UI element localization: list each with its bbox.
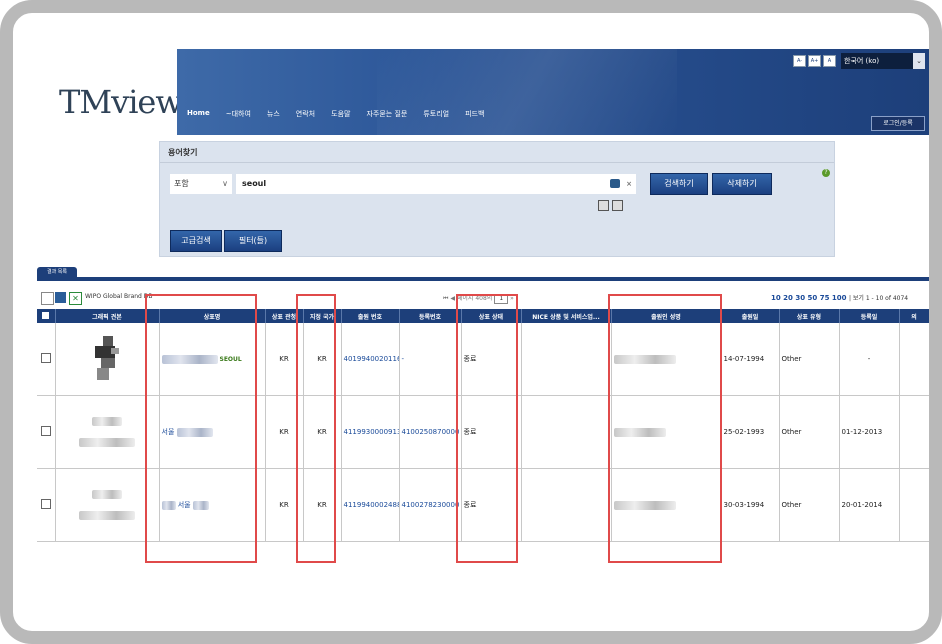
more-cell [899, 395, 929, 469]
match-type-value: 포함 [174, 179, 189, 188]
font-size-controls: A- A+ A [793, 55, 836, 67]
filter-button[interactable]: 필터(들) [224, 230, 282, 252]
search-query: seoul [242, 179, 267, 188]
pager-first-icon[interactable]: ⏮ [443, 295, 448, 302]
trademark-type: Other [779, 468, 840, 542]
col-more[interactable]: 의 [899, 309, 929, 323]
main-nav: Home ~대하여 뉴스 연락처 도움말 자주묻는 질문 튜토리얼 피드백 [187, 109, 484, 119]
list-view-icon[interactable] [612, 200, 623, 211]
chevron-down-icon: ⌄ [913, 53, 925, 69]
clear-icon[interactable]: × [626, 174, 632, 194]
application-number-link[interactable]: 4119940002488 [341, 468, 400, 542]
nav-help[interactable]: 도움말 [331, 109, 350, 119]
screenshot-frame: TMview Home ~대하여 뉴스 연락처 도움말 자주묻는 질문 튜토리얼… [0, 0, 942, 644]
grid-view-icon[interactable] [598, 200, 609, 211]
nice-classes [521, 395, 612, 469]
col-trademark-type[interactable]: 상표 유형 [779, 309, 840, 323]
more-cell [899, 323, 929, 396]
nav-contact[interactable]: 연락처 [296, 109, 315, 119]
header-checkbox[interactable] [37, 309, 56, 323]
highlight-box-status [456, 294, 518, 563]
row-checkbox[interactable] [37, 468, 56, 542]
page-size-links[interactable]: 10 20 30 50 75 100 [771, 294, 847, 302]
highlight-box-trademark-name [145, 294, 257, 563]
trademark-type: Other [779, 323, 840, 396]
page-size-options: 10 20 30 50 75 100 | 보기 1 - 10 of 4074 [771, 293, 908, 302]
database-label: WIPO Global Brand DB [85, 293, 153, 300]
blurred-thumbnail [79, 438, 135, 447]
blurred-thumbnail [79, 511, 135, 520]
mark-image[interactable] [55, 395, 160, 469]
registration-date: 20-01-2014 [839, 468, 900, 542]
application-date: 30-03-1994 [721, 468, 780, 542]
registration-date: - [839, 323, 900, 396]
registration-number-link[interactable]: - [399, 323, 462, 396]
nav-home[interactable]: Home [187, 109, 210, 119]
nav-faq[interactable]: 자주묻는 질문 [366, 109, 407, 119]
tmview-logo[interactable]: TMview [59, 83, 183, 121]
help-icon[interactable]: ? [822, 169, 830, 177]
mark-image[interactable] [55, 468, 160, 542]
search-input[interactable]: seoul × [236, 174, 636, 194]
registration-date: 01-12-2013 [839, 395, 900, 469]
font-smaller-button[interactable]: A- [793, 55, 806, 67]
registration-number-link[interactable]: 4100250870000 [399, 395, 462, 469]
blurred-thumbnail [92, 490, 122, 499]
chevron-down-icon: ∨ [222, 179, 228, 188]
col-graphic-sample[interactable]: 그래픽 견본 [55, 309, 160, 323]
blurred-thumbnail [92, 417, 122, 426]
application-date: 25-02-1993 [721, 395, 780, 469]
application-date: 14-07-1994 [721, 323, 780, 396]
font-larger-button[interactable]: A+ [808, 55, 821, 67]
view-toggle [598, 200, 623, 211]
login-register-button[interactable]: 로그인/등록 [871, 116, 925, 131]
highlight-box-designated-country [296, 294, 336, 563]
search-button[interactable]: 검색하기 [650, 173, 708, 195]
range-info: | 보기 1 - 10 of 4074 [848, 295, 909, 302]
nav-about[interactable]: ~대하여 [226, 109, 251, 119]
registration-number-link[interactable]: 4100278230000 [399, 468, 462, 542]
banner-decoration [377, 49, 677, 135]
pager-prev-icon[interactable]: ◀ [450, 295, 455, 302]
highlight-box-applicant-name [608, 294, 722, 563]
language-select[interactable]: 한국어 (ko) ⌄ [841, 53, 925, 69]
col-application-date[interactable]: 출원일 [721, 309, 780, 323]
trademark-type: Other [779, 395, 840, 469]
col-application-number[interactable]: 출원 번호 [341, 309, 400, 323]
divider [160, 162, 834, 163]
nice-classes [521, 323, 612, 396]
application-number-link[interactable]: 4019940020116 [341, 323, 400, 396]
excel-export-icon[interactable]: ✕ [69, 292, 82, 305]
more-cell [899, 468, 929, 542]
col-registration-date[interactable]: 등록일 [839, 309, 900, 323]
mark-image[interactable] [55, 323, 160, 396]
columns-icon[interactable] [55, 292, 66, 303]
nav-tutorial[interactable]: 튜토리얼 [423, 109, 449, 119]
col-nice-classes[interactable]: NICE 상품 및 서비스업... [521, 309, 612, 323]
search-panel: 용어찾기 포함 ∨ seoul × 검색하기 삭제하기 ? 고급검색 필터(들) [159, 141, 835, 257]
search-panel-title: 용어찾기 [168, 148, 198, 157]
match-type-select[interactable]: 포함 ∨ [170, 174, 232, 194]
row-checkbox[interactable] [37, 395, 56, 469]
advanced-search-button[interactable]: 고급검색 [170, 230, 222, 252]
application-number-link[interactable]: 4119930000913 [341, 395, 400, 469]
row-checkbox[interactable] [37, 323, 56, 396]
delete-button[interactable]: 삭제하기 [712, 173, 772, 195]
nav-news[interactable]: 뉴스 [267, 109, 280, 119]
results-tab[interactable]: 결과 목록 [37, 267, 77, 277]
mark-thumbnail [95, 336, 119, 380]
email-icon[interactable] [41, 292, 54, 305]
camera-icon[interactable] [610, 179, 620, 188]
nice-classes [521, 468, 612, 542]
font-reset-button[interactable]: A [823, 55, 836, 67]
col-registration-number[interactable]: 등록번호 [399, 309, 462, 323]
nav-feedback[interactable]: 피드백 [465, 109, 484, 119]
results-bar [37, 277, 929, 281]
language-value: 한국어 (ko) [844, 57, 880, 65]
